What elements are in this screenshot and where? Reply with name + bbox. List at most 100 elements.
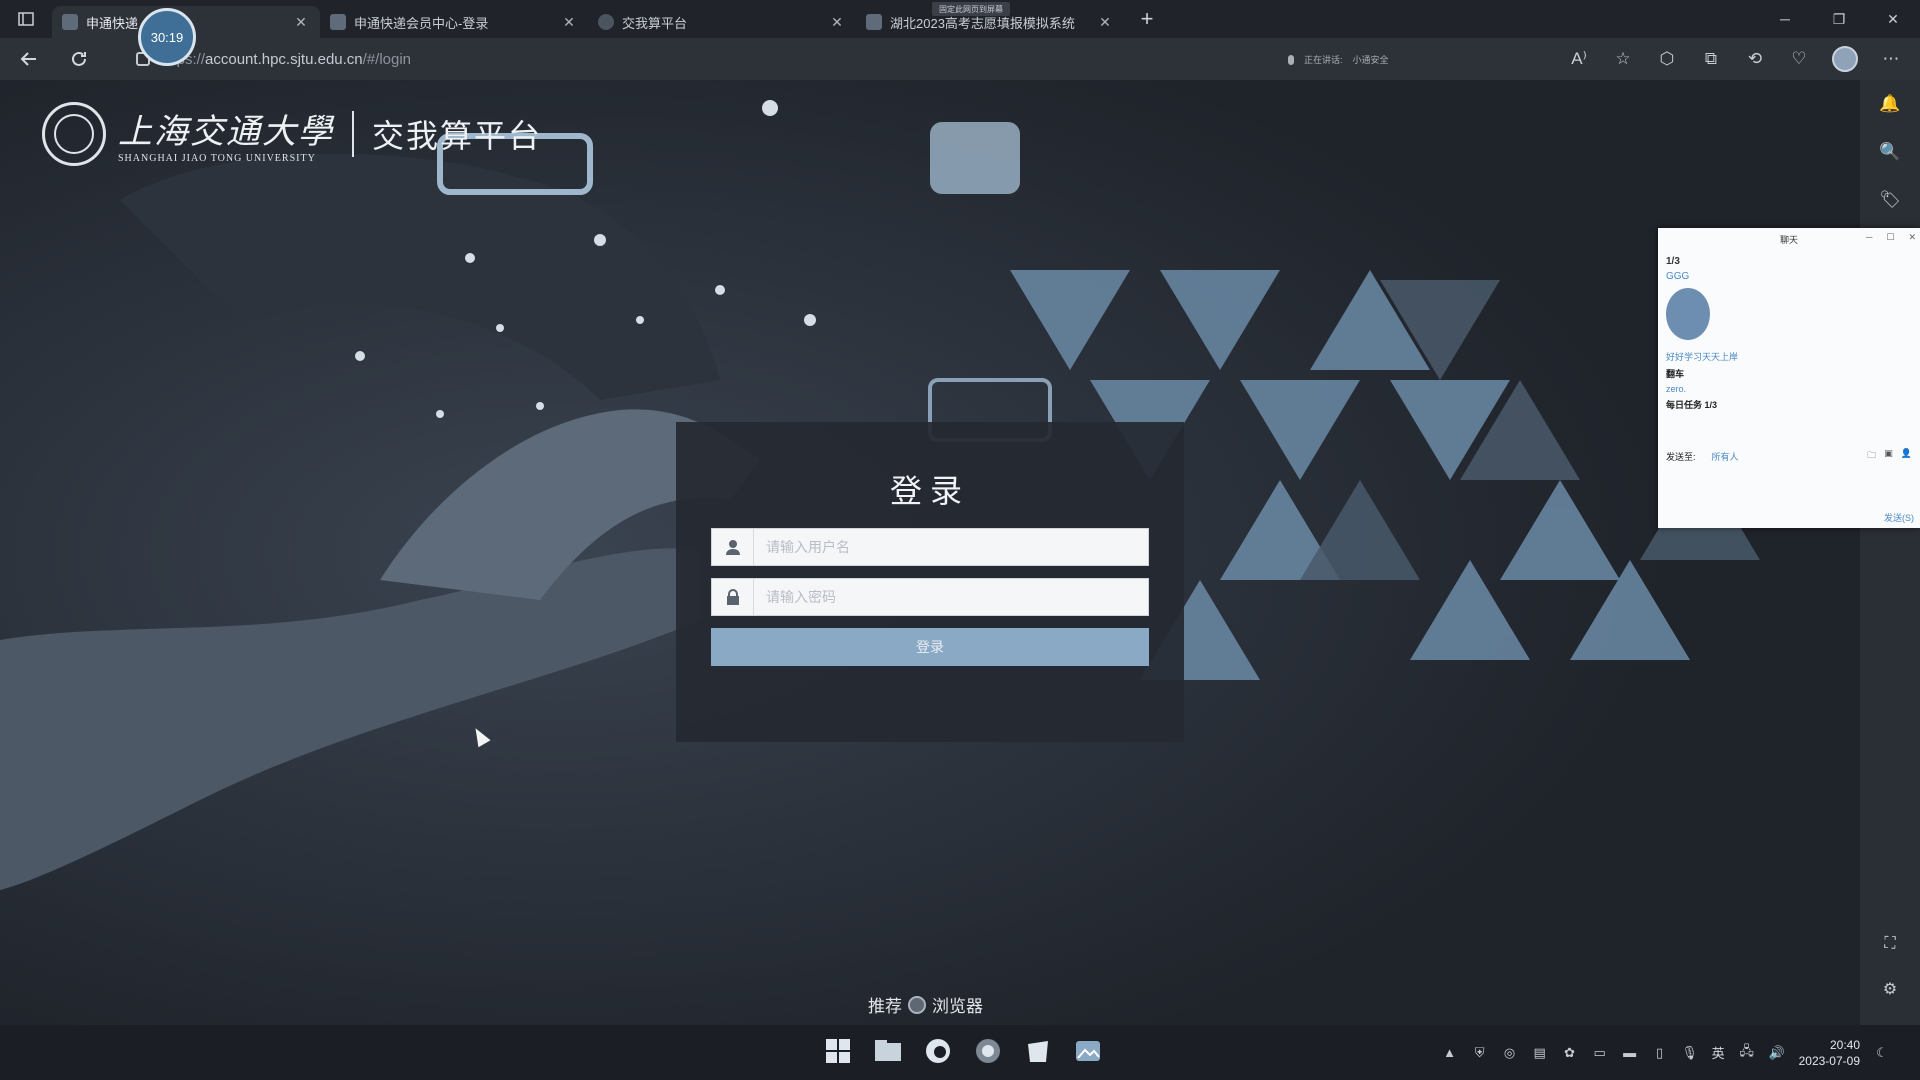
tab-title: 申通快递会员中心-登录: [354, 15, 489, 31]
history-icon[interactable]: ⟲: [1744, 48, 1766, 70]
chat-send-button[interactable]: 发送(S): [1884, 511, 1914, 524]
tray-app-icon[interactable]: ▤: [1532, 1045, 1548, 1061]
taskbar-apps: [820, 1033, 1106, 1069]
username-field[interactable]: [711, 528, 1149, 566]
screenshot-icon[interactable]: ▣: [1884, 448, 1893, 464]
password-field[interactable]: [711, 578, 1149, 616]
chat-image: [1666, 288, 1710, 340]
address-bar-row: https://account.hpc.sjtu.edu.cn/#/login …: [0, 38, 1920, 80]
tab-close-icon[interactable]: ✕: [560, 14, 578, 31]
bell-icon[interactable]: 🔔: [1878, 92, 1902, 116]
university-seal-icon: [42, 102, 106, 166]
minimize-button[interactable]: ─: [1758, 0, 1812, 38]
chat-maximize-button[interactable]: ☐: [1886, 232, 1894, 243]
store-app-icon[interactable]: [1020, 1033, 1056, 1069]
chat-counter: 1/3: [1666, 256, 1680, 267]
read-aloud-icon[interactable]: A⁾: [1568, 48, 1590, 70]
chat-footer: 发送至: 所有人 🗀 ▣ 👤: [1666, 448, 1912, 464]
url-field[interactable]: https://account.hpc.sjtu.edu.cn/#/login: [132, 44, 1292, 74]
recording-timer-badge: 30:19: [138, 8, 196, 66]
input-method-indicator[interactable]: 英: [1712, 1043, 1725, 1062]
tray-app-icon[interactable]: ▬: [1622, 1045, 1638, 1061]
start-menu-icon[interactable]: [820, 1033, 856, 1069]
lock-icon: [712, 579, 754, 615]
mic-icon: [1288, 54, 1294, 65]
tab-actions-icon: [18, 12, 34, 26]
chat-message: zero.: [1666, 384, 1687, 394]
university-name-cn: 上海交通大學: [118, 112, 334, 152]
profile-avatar[interactable]: [1832, 46, 1858, 72]
page-viewport: 上海交通大學 SHANGHAI JIAO TONG UNIVERSITY 交我算…: [0, 80, 1860, 1025]
chat-close-button[interactable]: ✕: [1908, 232, 1916, 243]
file-icon[interactable]: 🗀: [1867, 448, 1876, 464]
clock-time: 20:40: [1829, 1037, 1860, 1052]
notifications-icon[interactable]: ☾: [1874, 1045, 1890, 1061]
collections-icon[interactable]: ⧉: [1700, 48, 1722, 70]
clock[interactable]: 20:40 2023-07-09: [1799, 1037, 1860, 1069]
url-path: /#/login: [362, 50, 412, 68]
url-host: account.hpc.sjtu.edu.cn: [205, 50, 363, 68]
capture-icon[interactable]: ◎: [1502, 1045, 1518, 1061]
tab-shentong-member[interactable]: 申通快递会员中心-登录 ✕: [320, 6, 588, 38]
maximize-button[interactable]: ❐: [1812, 0, 1866, 38]
chat-message: 好好学习天天上岸: [1666, 352, 1739, 362]
voice-status-label: 正在讲话:: [1304, 55, 1343, 65]
edge-browser-icon[interactable]: [920, 1033, 956, 1069]
tab-actions-button[interactable]: [0, 0, 52, 38]
tab-close-icon[interactable]: ✕: [292, 14, 310, 31]
search-icon[interactable]: 🔍: [1878, 140, 1902, 164]
tab-jiaowosuan[interactable]: 交我算平台 ✕: [588, 6, 856, 38]
network-icon[interactable]: 🖧: [1739, 1043, 1755, 1061]
recommend-browser: 推荐 浏览器: [868, 992, 983, 1017]
password-input[interactable]: [754, 579, 1148, 615]
back-arrow-icon: [20, 52, 36, 66]
browser-icon: [908, 995, 926, 1014]
battery-icon[interactable]: ▯: [1652, 1045, 1668, 1061]
more-menu-icon[interactable]: ⋯: [1880, 48, 1902, 70]
tray-app-icon[interactable]: ▲: [1442, 1045, 1458, 1061]
user-icon[interactable]: 👤: [1901, 448, 1912, 464]
display-icon[interactable]: ▭: [1592, 1045, 1608, 1061]
send-to-select[interactable]: 所有人: [1712, 452, 1739, 462]
shield-icon[interactable]: ⛨: [1472, 1045, 1488, 1061]
favorite-star-icon[interactable]: ☆: [1612, 48, 1634, 70]
clock-date: 2023-07-09: [1798, 1053, 1860, 1068]
voice-status-value: 小通安全: [1352, 55, 1389, 65]
volume-icon[interactable]: 🔊: [1769, 1045, 1785, 1061]
chat-window: 聊天 ─ ☐ ✕ 1/3 GGG 好好学习天天上岸 翻车 zero. 每日任务 …: [1658, 228, 1920, 528]
close-window-button[interactable]: ✕: [1866, 0, 1920, 38]
microphone-icon[interactable]: 🎙: [1681, 1045, 1698, 1061]
health-icon[interactable]: ♡: [1788, 48, 1810, 70]
chat-minimize-button[interactable]: ─: [1866, 232, 1872, 243]
file-explorer-icon[interactable]: [870, 1033, 906, 1069]
tab-title: 交我算平台: [622, 15, 688, 31]
chat-title: 聊天: [1779, 234, 1798, 245]
tab-tooltip: 固定此网页到屏幕: [932, 2, 1010, 16]
tab-close-icon[interactable]: ✕: [1096, 14, 1114, 31]
tab-favicon-icon: [62, 14, 78, 30]
recommend-suffix: 浏览器: [932, 997, 983, 1016]
login-button[interactable]: 登录: [711, 628, 1149, 666]
logo-divider: [352, 111, 354, 157]
screenshot-icon[interactable]: ⛶: [1884, 935, 1895, 953]
windows-taskbar: ▲ ⛨ ◎ ▤ ✿ ▭ ▬ ▯ 🎙 英 🖧 🔊 20:40 2023-07-09…: [0, 1025, 1920, 1080]
tab-close-icon[interactable]: ✕: [828, 14, 846, 31]
photos-app-icon[interactable]: [1070, 1033, 1106, 1069]
refresh-button[interactable]: [58, 38, 100, 80]
extensions-icon[interactable]: ⬡: [1656, 48, 1678, 70]
window-controls: ─ ❐ ✕: [1758, 0, 1920, 38]
back-button[interactable]: [8, 38, 50, 80]
refresh-icon: [72, 51, 86, 66]
tray-app-icon[interactable]: ✿: [1562, 1045, 1578, 1061]
tab-favicon-icon: [866, 14, 882, 30]
camera-app-icon[interactable]: [970, 1033, 1006, 1069]
new-tab-button[interactable]: +: [1130, 2, 1164, 36]
tab-favicon-icon: [598, 14, 614, 30]
settings-gear-icon[interactable]: ⚙: [1883, 979, 1897, 999]
username-input[interactable]: [754, 529, 1148, 565]
chat-message: 每日任务 1/3: [1666, 400, 1718, 410]
chat-sender: GGG: [1666, 271, 1690, 282]
platform-name: 交我算平台: [372, 118, 543, 154]
recommend-prefix: 推荐: [868, 997, 902, 1016]
tag-icon[interactable]: 🏷: [1878, 188, 1902, 212]
